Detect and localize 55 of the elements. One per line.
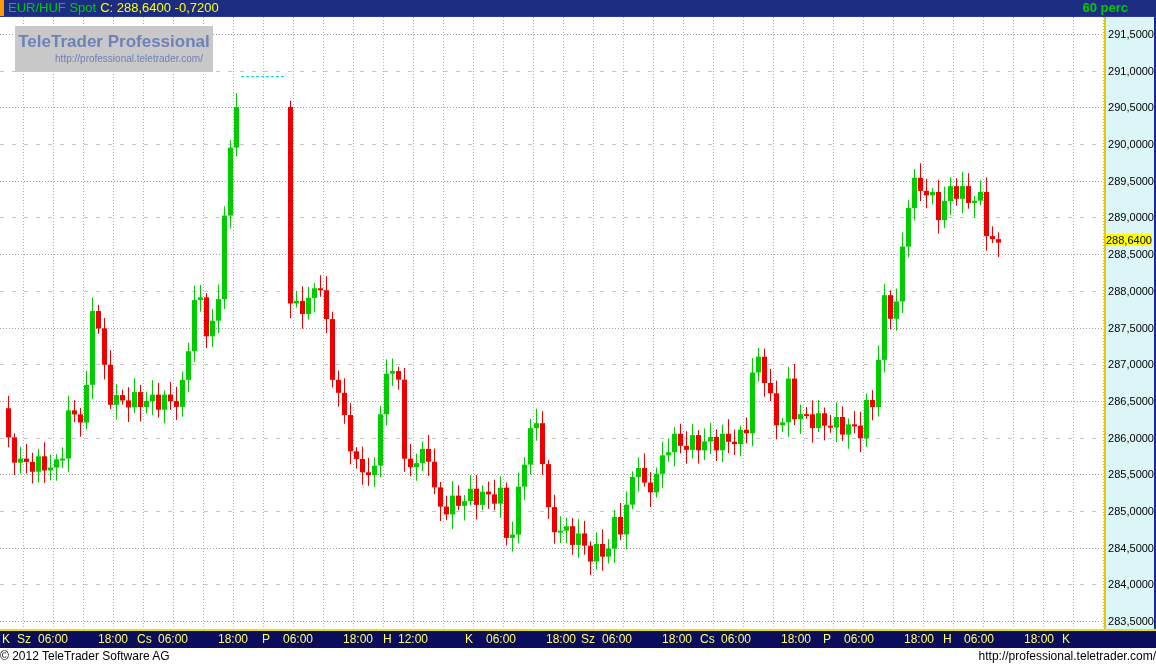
- day-label: Cs: [137, 632, 152, 647]
- day-label: K: [1062, 632, 1070, 647]
- price-tick-label: 288,5000: [1108, 248, 1154, 261]
- day-label: H: [943, 632, 952, 647]
- time-label: 06:00: [721, 632, 752, 647]
- logo-text: TeleTrader Professional: [18, 31, 210, 53]
- price-tick-label: 286,5000: [1108, 394, 1154, 407]
- interval-label: 60 perc: [1082, 0, 1128, 16]
- time-label: 18:00: [1024, 632, 1055, 647]
- price-tick-label: 288,0000: [1108, 284, 1154, 297]
- time-label: 18:00: [781, 632, 812, 647]
- time-label: 18:00: [218, 632, 249, 647]
- time-label: 06:00: [283, 632, 314, 647]
- price-tick-label: 291,5000: [1108, 28, 1154, 40]
- header-marker: [0, 0, 4, 16]
- price-tick-label: 289,5000: [1108, 174, 1154, 187]
- day-label: K: [2, 632, 10, 647]
- instrument-label: EUR/HUF Spot: [8, 0, 97, 16]
- price-tick-label: 285,0000: [1108, 504, 1154, 517]
- time-label: 18:00: [546, 632, 577, 647]
- day-label: Sz: [581, 632, 595, 647]
- price-tick-label: 285,5000: [1108, 468, 1154, 481]
- gap-line: [240, 76, 287, 78]
- price-tick-label: 290,0000: [1108, 138, 1154, 151]
- time-label: 06:00: [964, 632, 995, 647]
- price-tick-label: 287,0000: [1108, 358, 1154, 371]
- time-label: 06:00: [486, 632, 517, 647]
- day-label: H: [383, 632, 392, 647]
- time-label: 18:00: [343, 632, 374, 647]
- copyright-text: © 2012 TeleTrader Software AG: [0, 648, 170, 664]
- quote-label: C: 288,6400 -0,7200: [100, 0, 219, 16]
- day-label: K: [465, 632, 473, 647]
- time-label: 18:00: [98, 632, 129, 647]
- price-tick-label: 290,5000: [1108, 101, 1154, 114]
- price-tick-label: 287,5000: [1108, 321, 1154, 334]
- time-label: 18:00: [662, 632, 693, 647]
- current-price-label: 288,6400: [1106, 233, 1152, 246]
- time-label: 12:00: [398, 632, 429, 647]
- price-tick-label: 286,0000: [1108, 431, 1154, 444]
- price-tick-label: 284,5000: [1108, 541, 1154, 554]
- price-tick-label: 284,0000: [1108, 578, 1154, 591]
- time-label: 18:00: [904, 632, 935, 647]
- price-tick-label: 291,0000: [1108, 64, 1154, 77]
- price-tick-label: 283,5000: [1108, 615, 1154, 628]
- day-label: Sz: [17, 632, 31, 647]
- footer-url: http://professional.teletrader.com/: [978, 648, 1156, 664]
- day-label: P: [262, 632, 270, 647]
- time-label: 06:00: [602, 632, 633, 647]
- price-tick-label: 289,0000: [1108, 211, 1154, 224]
- time-label: 06:00: [158, 632, 189, 647]
- time-label: 06:00: [38, 632, 69, 647]
- day-label: P: [823, 632, 831, 647]
- day-label: Cs: [700, 632, 715, 647]
- time-label: 06:00: [844, 632, 875, 647]
- logo-url: http://professional.teletrader.com/: [55, 53, 203, 65]
